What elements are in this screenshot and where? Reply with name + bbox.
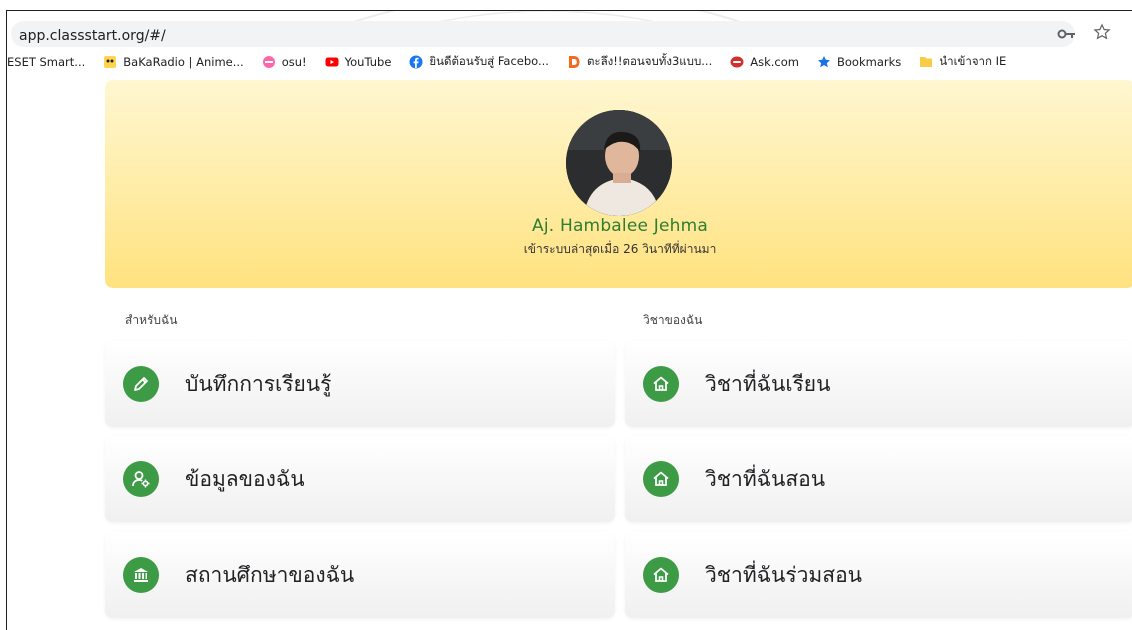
courses-i-study-card[interactable]: วิชาที่ฉันเรียน: [625, 341, 1132, 427]
bookmark-label: ESET Smart...: [7, 55, 86, 69]
key-icon[interactable]: [1057, 27, 1077, 41]
bookmark-label: YouTube: [344, 55, 392, 69]
bookmark-label: ตะลึง!!ตอนจบทั้ง3แบบ...: [586, 54, 713, 68]
url-text: app.classstart.org/#/: [19, 28, 166, 44]
browser-window: app.classstart.org/#/ ESET Smart... BaKa…: [6, 10, 1132, 630]
courses-i-coteach-label: วิชาที่ฉันร่วมสอน: [705, 562, 863, 587]
courses-i-teach-card[interactable]: วิชาที่ฉันสอน: [625, 436, 1132, 522]
bookmark-ask[interactable]: Ask.com: [730, 55, 799, 69]
courses-i-coteach-card[interactable]: วิชาที่ฉันร่วมสอน: [625, 532, 1132, 618]
profile-banner: Aj. Hambalee Jehma เข้าระบบล่าสุดเมื่อ 2…: [105, 80, 1132, 288]
d-icon: [568, 56, 580, 68]
bakaradio-icon: [104, 56, 117, 68]
home-icon: [643, 557, 679, 593]
folder-icon: [920, 57, 933, 67]
bookmark-bookmarks[interactable]: Bookmarks: [817, 55, 901, 69]
star-icon: [818, 56, 830, 68]
user-settings-icon: [123, 461, 159, 497]
bookmark-label: Ask.com: [750, 55, 799, 69]
pencil-icon: [123, 366, 159, 402]
learning-journal-label: บันทึกการเรียนรู้: [185, 371, 332, 396]
bookmark-label: osu!: [281, 55, 307, 69]
ask-icon: [730, 56, 744, 68]
bookmark-osu[interactable]: osu!: [262, 55, 307, 69]
url-field[interactable]: app.classstart.org/#/: [11, 21, 1075, 47]
bookmark-label: Bookmarks: [837, 55, 902, 69]
my-info-card[interactable]: ข้อมูลของฉัน: [105, 436, 615, 522]
address-bar[interactable]: app.classstart.org/#/: [7, 19, 1132, 49]
osu-icon: [262, 56, 275, 68]
courses-i-study-label: วิชาที่ฉันเรียน: [705, 371, 831, 396]
youtube-icon: [325, 57, 339, 67]
my-institution-label: สถานศึกษาของฉัน: [185, 562, 355, 587]
section-title-my-courses: วิชาของฉัน: [643, 313, 703, 327]
bookmark-eset[interactable]: ESET Smart...: [7, 55, 85, 69]
home-icon: [643, 366, 679, 402]
avatar[interactable]: [566, 110, 672, 216]
institution-icon: [123, 557, 159, 593]
bookmark-d[interactable]: ตะลึง!!ตอนจบทั้ง3แบบ...: [567, 53, 712, 71]
bookmark-label: ยินดีต้อนรับสู่ Facebo...: [429, 54, 549, 68]
courses-i-teach-label: วิชาที่ฉันสอน: [705, 466, 826, 491]
bookmark-bakaradio[interactable]: BaKaRadio | Anime...: [103, 55, 244, 69]
bookmark-label: BaKaRadio | Anime...: [123, 55, 244, 69]
my-info-label: ข้อมูลของฉัน: [185, 466, 305, 491]
section-title-for-me: สำหรับฉัน: [125, 313, 178, 327]
user-name[interactable]: Aj. Hambalee Jehma: [105, 216, 1132, 236]
avatar-photo: [566, 110, 672, 216]
my-institution-card[interactable]: สถานศึกษาของฉัน: [105, 532, 615, 618]
bookmarks-bar: ESET Smart... BaKaRadio | Anime... osu! …: [7, 51, 1132, 73]
bookmark-import-ie[interactable]: นำเข้าจาก IE: [919, 53, 1006, 71]
bookmark-label: นำเข้าจาก IE: [939, 54, 1007, 68]
bookmark-youtube[interactable]: YouTube: [325, 55, 392, 69]
learning-journal-card[interactable]: บันทึกการเรียนรู้: [105, 341, 615, 427]
bookmark-facebook[interactable]: ยินดีต้อนรับสู่ Facebo...: [409, 53, 549, 71]
home-icon: [643, 461, 679, 497]
last-login-text: เข้าระบบล่าสุดเมื่อ 26 วินาทีที่ผ่านมา: [523, 242, 717, 256]
facebook-icon: [409, 55, 423, 69]
bookmark-star-icon[interactable]: [1093, 23, 1111, 41]
